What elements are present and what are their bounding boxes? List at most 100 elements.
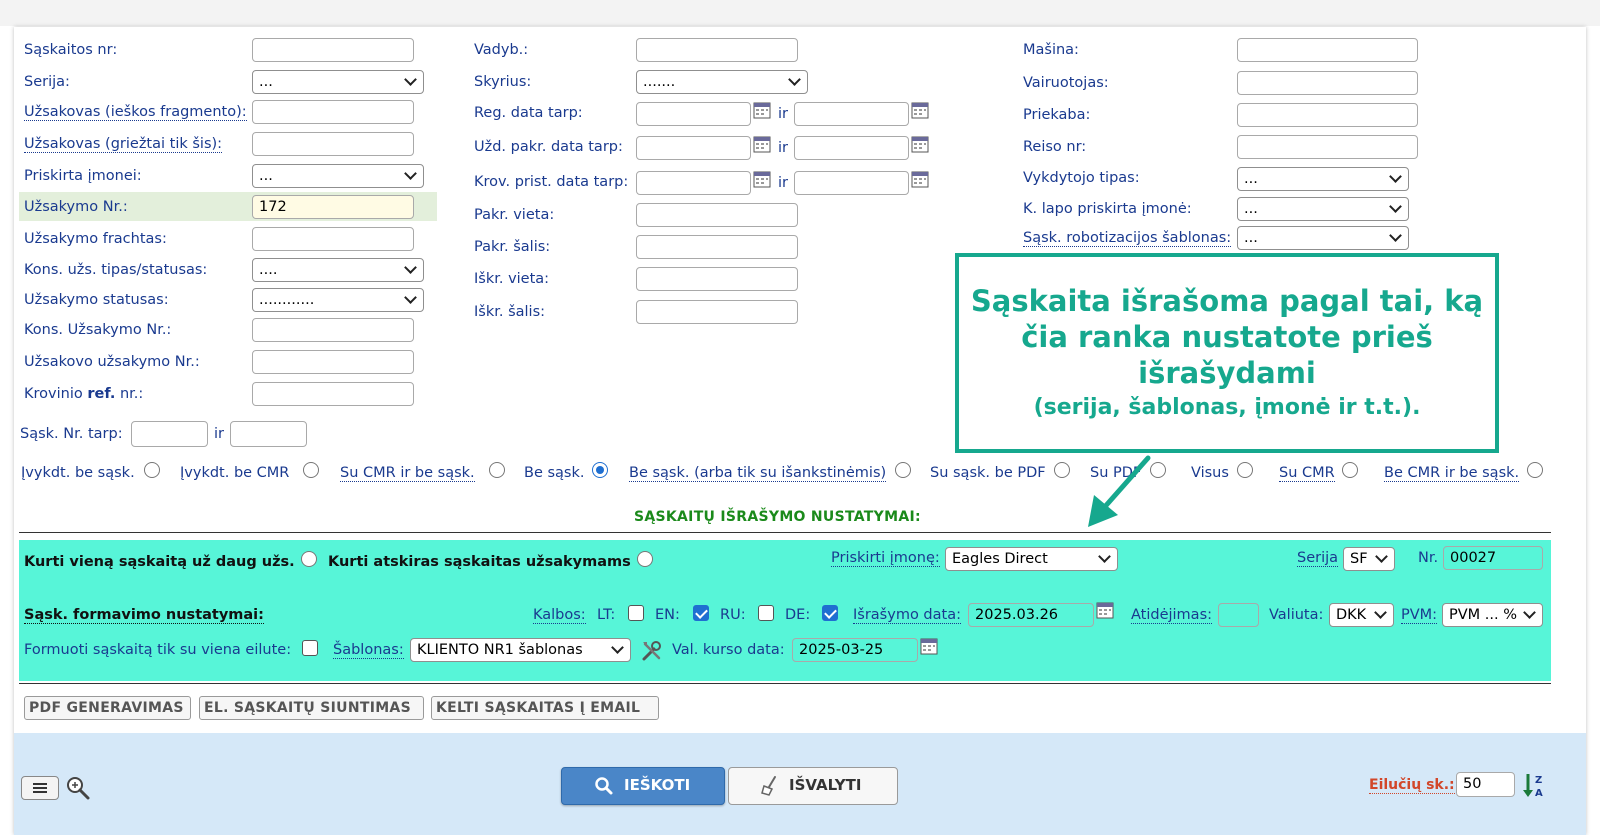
clear-button[interactable]: IŠVALYTI [728, 767, 898, 805]
priekaba-input[interactable] [1237, 103, 1418, 127]
val-kurso-input[interactable]: 2025-03-25 [792, 638, 918, 662]
zoom-icon[interactable] [65, 775, 91, 801]
clear-button-label: IŠVALYTI [789, 776, 862, 794]
label-uzsakovas-frag: Užsakovas (ieškos fragmento): [24, 104, 247, 121]
k-lapo-select[interactable]: ... [1237, 197, 1409, 221]
masina-input[interactable] [1237, 38, 1418, 62]
atidejimas-input[interactable] [1218, 603, 1259, 627]
label-valiuta: Valiuta: [1269, 607, 1324, 623]
radio-one-invoice[interactable] [301, 551, 317, 567]
valiuta-select[interactable]: DKK [1329, 603, 1394, 627]
chevron-down-icon [1375, 550, 1388, 563]
uzsakovas-griez-input[interactable] [252, 132, 414, 156]
serija-settings-value: SF [1350, 551, 1368, 567]
israsymo-data-input[interactable]: 2025.03.26 [968, 603, 1094, 627]
calendar-icon[interactable] [911, 101, 929, 119]
sablonas-select[interactable]: KLIENTO NR1 šablonas [410, 638, 631, 662]
rows-input[interactable]: 50 [1456, 772, 1515, 797]
calendar-icon[interactable] [911, 170, 929, 188]
radio-be-cmr-be-sask[interactable] [1527, 462, 1543, 478]
checkbox-lang-ru[interactable] [758, 605, 774, 621]
checkbox-lang-de[interactable] [822, 605, 838, 621]
uzsakymo-statusas-select[interactable]: ............ [252, 288, 424, 312]
radio-visus[interactable] [1237, 462, 1253, 478]
skyrius-value: ....... [643, 74, 676, 90]
kelti-email-button[interactable]: KELTI SĄSKAITAS Į EMAIL [431, 696, 659, 720]
robotizacijos-select[interactable]: ... [1237, 226, 1409, 250]
calendar-icon[interactable] [920, 637, 938, 655]
sort-icon[interactable]: ZA [1522, 772, 1548, 800]
calendar-icon[interactable] [911, 135, 929, 153]
radio-separate-invoices[interactable] [637, 551, 653, 567]
label-viena-eilute: Formuoti sąskaitą tik su viena eilute: [24, 642, 292, 658]
uzsakovo-uzsakymo-nr-input[interactable] [252, 350, 414, 374]
sask-nr-from-input[interactable] [131, 421, 208, 447]
sask-nr-to-input[interactable] [230, 421, 307, 447]
label-vykdytojo-tipas: Vykdytojo tipas: [1023, 170, 1140, 186]
radio-ivykdt-be-cmr[interactable] [303, 462, 319, 478]
label-vadyb: Vadyb.: [474, 42, 529, 58]
reg-data-to-input[interactable] [794, 102, 909, 126]
calendar-icon[interactable] [753, 170, 771, 188]
reiso-nr-input[interactable] [1237, 135, 1418, 159]
pakr-salis-input[interactable] [636, 235, 798, 259]
radio-su-cmr-be-sask[interactable] [489, 462, 505, 478]
kons-uzsakymo-nr-input[interactable] [252, 318, 414, 342]
radio-be-sask-isankstines[interactable] [895, 462, 911, 478]
checkbox-viena-eilute[interactable] [302, 640, 318, 656]
pdf-generavimas-button[interactable]: PDF GENERAVIMAS [24, 696, 191, 720]
el-siuntimas-button[interactable]: EL. SĄSKAITŲ SIUNTIMAS [199, 696, 424, 720]
calendar-icon[interactable] [753, 135, 771, 153]
label-krov-prist: Krov. prist. data tarp: [474, 174, 629, 190]
kons-tipas-select[interactable]: .... [252, 258, 424, 282]
iskr-vieta-input[interactable] [636, 267, 798, 291]
robotizacijos-value: ... [1244, 230, 1258, 246]
priskirti-imone-select[interactable]: Eagles Direct [945, 547, 1118, 571]
svg-text:A: A [1535, 788, 1543, 799]
uzd-pakr-to-input[interactable] [794, 136, 909, 160]
pvm-select[interactable]: PVM ... % [1442, 603, 1543, 627]
label-lang-ru: RU: [720, 607, 746, 623]
iskr-salis-input[interactable] [636, 300, 798, 324]
priskirta-imonei-select[interactable]: ... [252, 164, 424, 188]
kons-tipas-value: .... [259, 262, 278, 278]
label-sask-nr-tarp: Sąsk. Nr. tarp: [20, 426, 123, 442]
krov-prist-to-input[interactable] [794, 171, 909, 195]
chevron-down-icon [1389, 200, 1402, 213]
reg-data-ir: ir [778, 106, 788, 122]
label-pvm: PVM: [1401, 607, 1438, 624]
radio-label-be-sask-isankstines: Be sąsk. (arba tik su išankstinėmis) [629, 465, 887, 482]
skyrius-select[interactable]: ....... [636, 70, 808, 94]
search-icon [595, 777, 613, 795]
label-uzd-pakr: Užd. pakr. data tarp: [474, 139, 623, 155]
serija-settings-select[interactable]: SF [1343, 547, 1395, 571]
calendar-icon[interactable] [753, 101, 771, 119]
calendar-icon[interactable] [1096, 601, 1114, 619]
radio-be-sask[interactable] [592, 462, 608, 478]
checkbox-lang-en[interactable] [693, 605, 709, 621]
pakr-vieta-input[interactable] [636, 203, 798, 227]
reg-data-from-input[interactable] [636, 102, 751, 126]
uzsakovas-frag-input[interactable] [252, 100, 414, 124]
vykdytojo-tipas-select[interactable]: ... [1237, 167, 1409, 191]
saskaitos-nr-input[interactable] [252, 38, 414, 62]
krov-prist-from-input[interactable] [636, 171, 751, 195]
radio-su-sask-be-pdf[interactable] [1054, 462, 1070, 478]
vadyb-input[interactable] [636, 38, 798, 62]
label-one-invoice: Kurti vieną sąskaitą už daug užs. [24, 554, 295, 570]
tools-icon[interactable] [641, 640, 663, 662]
checkbox-lang-lt[interactable] [628, 605, 644, 621]
menu-button[interactable] [21, 776, 59, 800]
krovinio-ref-input[interactable] [252, 382, 414, 406]
nr-input[interactable]: 00027 [1443, 546, 1543, 570]
radio-su-cmr[interactable] [1342, 462, 1358, 478]
vairuotojas-input[interactable] [1237, 71, 1418, 95]
search-button[interactable]: IEŠKOTI [561, 767, 725, 805]
radio-ivykdt-be-sask[interactable] [144, 462, 160, 478]
label-kons-uzsakymo-nr: Kons. Užsakymo Nr.: [24, 322, 172, 338]
uzsakymo-frachtas-input[interactable] [252, 227, 414, 251]
serija-select[interactable]: ... [252, 70, 424, 94]
uzd-pakr-from-input[interactable] [636, 136, 751, 160]
pvm-value: PVM ... % [1449, 607, 1517, 623]
uzsakymo-nr-input[interactable]: 172 [252, 195, 414, 219]
